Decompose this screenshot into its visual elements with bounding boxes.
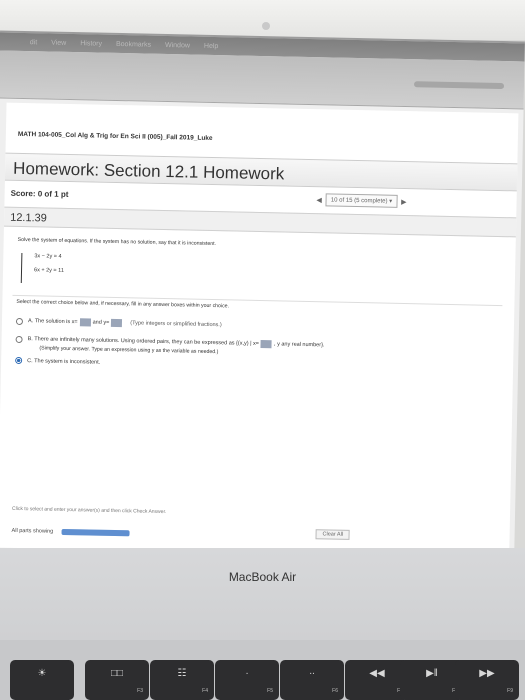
menu-item-history[interactable]: History bbox=[80, 40, 102, 47]
y-answer-box[interactable] bbox=[111, 318, 123, 328]
fast-forward-icon: ▶▶ bbox=[479, 668, 495, 679]
choice-b-radio[interactable] bbox=[15, 335, 23, 343]
keyboard-light-down-icon: ∙ bbox=[245, 668, 249, 679]
question-status-text: 10 of 15 (5 complete) bbox=[330, 197, 388, 205]
check-answer-hint: Click to select and enter your answer(s)… bbox=[11, 505, 167, 516]
parts-progress-bar bbox=[61, 528, 130, 537]
choice-a-text: The solution is x= bbox=[34, 318, 78, 326]
mission-control-icon: □□ bbox=[110, 668, 124, 679]
keyboard-light-up-icon: ∙∙ bbox=[309, 668, 315, 679]
question-number: 12.1.39 bbox=[10, 211, 47, 225]
clear-all-button[interactable]: Clear All bbox=[315, 529, 351, 540]
page-title: Homework: Section 12.1 Homework bbox=[12, 158, 285, 184]
brand-label: MacBook Air bbox=[228, 570, 297, 584]
choice-a-radio[interactable] bbox=[15, 317, 24, 325]
menu-item-help[interactable]: Help bbox=[204, 42, 219, 49]
choice-b-subline: (Simplify your answer. Type an expressio… bbox=[39, 345, 219, 356]
x-answer-box[interactable] bbox=[79, 318, 91, 327]
equation-system: 3x − 2y = 4 6x + 2y = 11 bbox=[20, 252, 65, 284]
parts-progress-fill bbox=[61, 528, 130, 537]
browser-toolbar bbox=[0, 50, 525, 110]
equation-2: 6x + 2y = 11 bbox=[33, 267, 64, 274]
f3-label: F3 bbox=[137, 688, 143, 694]
select-prompt: Select the correct choice below and, if … bbox=[16, 298, 230, 310]
choice-b-letter: B. bbox=[27, 336, 33, 343]
question-status-dropdown[interactable]: 10 of 15 (5 complete) ▾ bbox=[325, 193, 398, 208]
question-pager: ◀ 10 of 15 (5 complete) ▾ ▶ bbox=[316, 193, 407, 208]
choice-a-letter: A. bbox=[27, 318, 34, 325]
laptop-screen: dit View History Bookmarks Window Help M… bbox=[0, 30, 525, 594]
f4-key[interactable]: ☷ F4 bbox=[150, 660, 214, 700]
launchpad-icon: ☷ bbox=[177, 668, 187, 679]
choice-a[interactable]: A. The solution is x= and y= (Type integ… bbox=[15, 317, 222, 329]
choice-c-text: The system is inconsistent. bbox=[34, 357, 101, 366]
homework-page: MATH 104-005_Col Alg & Trig for En Sci I… bbox=[0, 102, 519, 559]
f6-label: F6 bbox=[332, 688, 338, 694]
menu-item-edit[interactable]: dit bbox=[30, 39, 38, 46]
choice-b-end-text: , y any real number}. bbox=[273, 341, 325, 349]
f9-key[interactable]: ▶▶ F9 bbox=[455, 660, 519, 700]
previous-question-icon[interactable]: ◀ bbox=[316, 196, 322, 204]
menu-item-window[interactable]: Window bbox=[165, 41, 190, 49]
choice-a-hint: (Type integers or simplified fractions.) bbox=[130, 320, 222, 329]
x-expression-box[interactable] bbox=[260, 340, 273, 349]
next-question-icon[interactable]: ▶ bbox=[401, 197, 407, 205]
score-text: Score: 0 of 1 pt bbox=[10, 188, 69, 199]
choice-a-mid-text: and y= bbox=[92, 319, 110, 326]
choice-c[interactable]: C. The system is inconsistent. bbox=[15, 356, 101, 366]
f3-key[interactable]: □□ F3 bbox=[85, 660, 149, 700]
equation-1: 3x − 2y = 4 bbox=[34, 253, 62, 260]
browser-tab[interactable] bbox=[413, 81, 505, 90]
menu-item-bookmarks[interactable]: Bookmarks bbox=[116, 40, 151, 48]
f4-label: F4 bbox=[202, 688, 208, 694]
f9-label: F9 bbox=[507, 688, 513, 694]
parts-showing: All parts showing bbox=[11, 527, 130, 537]
menu-item-view[interactable]: View bbox=[51, 39, 66, 46]
laptop-bezel bbox=[0, 548, 525, 640]
question-instructions: Solve the system of equations. If the sy… bbox=[17, 236, 217, 248]
brightness-icon: ☀ bbox=[37, 668, 47, 679]
course-title: MATH 104-005_Col Alg & Trig for En Sci I… bbox=[17, 130, 213, 142]
f6-key[interactable]: ∙∙ F6 bbox=[280, 660, 344, 700]
brightness-key[interactable]: ☀ bbox=[10, 660, 74, 700]
choice-c-radio[interactable] bbox=[15, 356, 23, 365]
f5-label: F5 bbox=[267, 688, 273, 694]
parts-label: All parts showing bbox=[11, 527, 54, 535]
camera-icon bbox=[262, 22, 270, 30]
f5-key[interactable]: ∙ F5 bbox=[215, 660, 279, 700]
choice-c-letter: C. bbox=[27, 357, 33, 364]
